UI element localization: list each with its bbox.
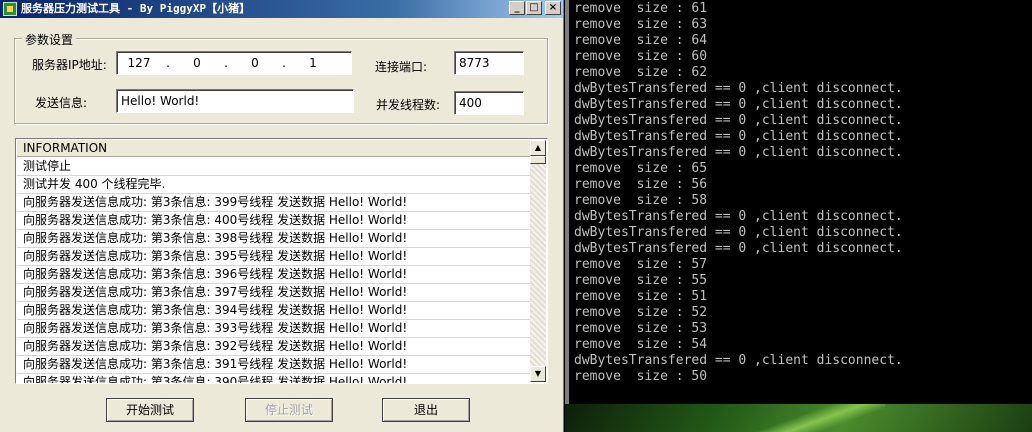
minimize-button[interactable]: _	[509, 1, 525, 15]
list-item[interactable]: 向服务器发送信息成功: 第3条信息: 390号线程 发送数据 Hello! Wo…	[17, 374, 531, 383]
list-item[interactable]: 向服务器发送信息成功: 第3条信息: 398号线程 发送数据 Hello! Wo…	[17, 230, 531, 248]
stop-test-button[interactable]: 停止测试	[245, 398, 333, 422]
scroll-down-arrow-icon[interactable]: ▼	[530, 366, 546, 382]
console-line: remove size : 55	[574, 273, 708, 288]
stress-test-dialog: 服务器压力测试工具 - By PiggyXP【小猪】 _ □ × 参数设置 服务…	[0, 0, 564, 432]
ip-octet-1[interactable]: 127	[117, 52, 161, 74]
desktop-wallpaper	[565, 404, 1032, 432]
console-line: dwBytesTransfered == 0 ,client disconnec…	[574, 225, 903, 240]
message-field[interactable]: Hello! World!	[116, 89, 354, 113]
ip-dot: .	[166, 56, 170, 70]
settings-legend: 参数设置	[22, 31, 77, 48]
list-item[interactable]: 测试停止	[17, 158, 531, 176]
ip-octet-3[interactable]: 0	[233, 52, 277, 74]
threads-field[interactable]: 400	[454, 91, 524, 115]
scroll-up-arrow-icon[interactable]: ▲	[530, 140, 546, 156]
console-line: remove size : 61	[574, 1, 708, 16]
console-line: remove size : 52	[574, 305, 708, 320]
list-item[interactable]: 向服务器发送信息成功: 第3条信息: 393号线程 发送数据 Hello! Wo…	[17, 320, 531, 338]
maximize-button[interactable]: □	[526, 1, 542, 15]
ip-address-field[interactable]: 127 . 0 . 0 . 1	[116, 51, 352, 75]
ip-dot: .	[224, 56, 228, 70]
list-item[interactable]: 向服务器发送信息成功: 第3条信息: 395号线程 发送数据 Hello! Wo…	[17, 248, 531, 266]
title-bar[interactable]: 服务器压力测试工具 - By PiggyXP【小猪】 _ □ ×	[0, 0, 563, 18]
close-button[interactable]: ×	[545, 1, 561, 15]
list-scrollbar[interactable]: ▲ ▼	[530, 140, 546, 382]
list-item[interactable]: 向服务器发送信息成功: 第3条信息: 394号线程 发送数据 Hello! Wo…	[17, 302, 531, 320]
console-line: remove size : 51	[574, 289, 708, 304]
ip-dot: .	[282, 56, 286, 70]
list-item[interactable]: 向服务器发送信息成功: 第3条信息: 392号线程 发送数据 Hello! Wo…	[17, 338, 531, 356]
console-line: remove size : 50	[574, 369, 708, 384]
ip-octet-2[interactable]: 0	[175, 52, 219, 74]
server-console: remove size : 61 remove size : 63 remove s…	[565, 0, 1032, 404]
information-rows: 测试停止 测试并发 400 个线程完毕. 向服务器发送信息成功: 第3条信息: 39…	[17, 158, 531, 383]
list-item[interactable]: 向服务器发送信息成功: 第3条信息: 397号线程 发送数据 Hello! Wo…	[17, 284, 531, 302]
scroll-thumb[interactable]	[530, 156, 546, 164]
console-line: remove size : 54	[574, 337, 708, 352]
console-line: remove size : 57	[574, 257, 708, 272]
port-field[interactable]: 8773	[454, 51, 524, 75]
console-line: remove size : 60	[574, 49, 708, 64]
console-line: remove size : 56	[574, 177, 708, 192]
port-label: 连接端口:	[375, 60, 428, 74]
console-line: dwBytesTransfered == 0 ,client disconnec…	[574, 81, 903, 96]
list-item[interactable]: 向服务器发送信息成功: 第3条信息: 399号线程 发送数据 Hello! Wo…	[17, 194, 531, 212]
console-line: dwBytesTransfered == 0 ,client disconnec…	[574, 97, 903, 112]
console-output: remove size : 61 remove size : 63 remove s…	[574, 1, 903, 385]
console-line: dwBytesTransfered == 0 ,client disconnec…	[574, 129, 903, 144]
console-line: remove size : 53	[574, 321, 708, 336]
console-line: dwBytesTransfered == 0 ,client disconnec…	[574, 353, 903, 368]
window-title: 服务器压力测试工具 - By PiggyXP【小猪】	[21, 2, 251, 15]
list-item[interactable]: 测试并发 400 个线程完毕.	[17, 176, 531, 194]
information-column-header[interactable]: INFORMATION	[17, 140, 531, 157]
console-line: remove size : 58	[574, 193, 708, 208]
list-item[interactable]: 向服务器发送信息成功: 第3条信息: 396号线程 发送数据 Hello! Wo…	[17, 266, 531, 284]
console-line: remove size : 62	[574, 65, 708, 80]
console-line: remove size : 64	[574, 33, 708, 48]
ip-label: 服务器IP地址:	[32, 58, 107, 72]
console-line: dwBytesTransfered == 0 ,client disconnec…	[574, 113, 903, 128]
start-test-button[interactable]: 开始测试	[106, 398, 194, 422]
console-line: dwBytesTransfered == 0 ,client disconnec…	[574, 145, 903, 160]
console-line: dwBytesTransfered == 0 ,client disconnec…	[574, 209, 903, 224]
console-line: remove size : 63	[574, 17, 708, 32]
list-item[interactable]: 向服务器发送信息成功: 第3条信息: 400号线程 发送数据 Hello! Wo…	[17, 212, 531, 230]
console-line: remove size : 65	[574, 161, 708, 176]
list-item[interactable]: 向服务器发送信息成功: 第3条信息: 391号线程 发送数据 Hello! Wo…	[17, 356, 531, 374]
app-icon	[3, 2, 17, 16]
console-line: dwBytesTransfered == 0 ,client disconnec…	[574, 241, 903, 256]
wallpaper-highlight	[745, 404, 885, 432]
information-list[interactable]: INFORMATION 测试停止 测试并发 400 个线程完毕. 向服务器发送信息成…	[15, 138, 548, 384]
ip-octet-4[interactable]: 1	[291, 52, 335, 74]
exit-button[interactable]: 退出	[382, 398, 470, 422]
message-label: 发送信息:	[35, 96, 88, 110]
threads-label: 并发线程数:	[376, 98, 441, 112]
